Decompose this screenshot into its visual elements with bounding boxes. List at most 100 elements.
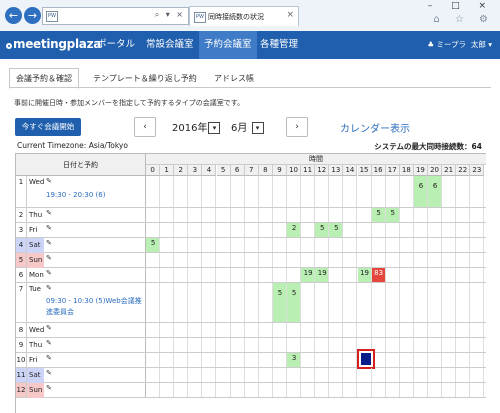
- hour-cell[interactable]: [259, 268, 273, 282]
- next-month-button[interactable]: ›: [286, 117, 308, 137]
- hour-cell[interactable]: [343, 208, 358, 222]
- hour-cell[interactable]: 2: [287, 223, 302, 237]
- pencil-icon[interactable]: ✎: [46, 324, 52, 332]
- hour-cell[interactable]: [259, 353, 273, 367]
- hour-cell[interactable]: [372, 238, 386, 252]
- hour-cell[interactable]: [259, 383, 273, 397]
- hour-cell[interactable]: [456, 283, 471, 322]
- user-menu[interactable]: ♣ ミープラ 太郎 ▾: [427, 31, 492, 59]
- hour-cell[interactable]: [315, 208, 330, 222]
- calendar-view-link[interactable]: カレンダー表示: [340, 120, 410, 135]
- hour-cell[interactable]: [287, 268, 302, 282]
- hour-cell[interactable]: [202, 383, 217, 397]
- hour-cell[interactable]: [202, 223, 217, 237]
- hour-cell[interactable]: [414, 353, 428, 367]
- hour-cell[interactable]: 5: [371, 208, 386, 222]
- hour-cell[interactable]: [456, 323, 471, 337]
- hour-cell[interactable]: 5: [385, 208, 400, 222]
- hour-cell[interactable]: [456, 383, 471, 397]
- hour-cell[interactable]: [188, 368, 203, 382]
- hour-cell[interactable]: [428, 338, 443, 352]
- hour-cell[interactable]: [217, 283, 231, 322]
- hour-cell[interactable]: [343, 383, 358, 397]
- hour-cell[interactable]: [174, 253, 189, 267]
- hour-cell[interactable]: [202, 368, 217, 382]
- hour-cell[interactable]: [428, 283, 443, 322]
- hour-cell[interactable]: [442, 238, 457, 252]
- hour-cell[interactable]: [245, 238, 259, 252]
- hour-cell[interactable]: [386, 253, 400, 267]
- hour-cell[interactable]: [259, 323, 273, 337]
- hour-cell[interactable]: [456, 268, 471, 282]
- hour-cell[interactable]: [231, 253, 245, 267]
- hour-cell[interactable]: [343, 238, 358, 252]
- hour-cell[interactable]: [174, 338, 189, 352]
- hour-cell[interactable]: [231, 338, 245, 352]
- hour-cell[interactable]: [400, 353, 414, 367]
- hour-cell[interactable]: [301, 208, 316, 222]
- hour-cell[interactable]: [188, 268, 203, 282]
- hour-cell[interactable]: [259, 253, 273, 267]
- hour-cell[interactable]: [315, 283, 330, 322]
- hour-cell[interactable]: [456, 208, 471, 222]
- hour-cell[interactable]: [217, 353, 231, 367]
- hour-cell[interactable]: [202, 208, 217, 222]
- hour-cell[interactable]: [343, 223, 358, 237]
- hour-cell[interactable]: [146, 353, 161, 367]
- hour-cell[interactable]: [315, 238, 330, 252]
- hour-cell[interactable]: [442, 208, 457, 222]
- hour-cell[interactable]: [174, 268, 189, 282]
- hour-cell[interactable]: [174, 238, 189, 252]
- hour-cell[interactable]: [188, 238, 203, 252]
- hour-cell[interactable]: [287, 383, 302, 397]
- meeting-link[interactable]: 09:30 - 10:30 (5)Web会議推進委員会: [46, 296, 144, 318]
- hour-cell[interactable]: 19: [301, 268, 316, 282]
- hour-cell[interactable]: [174, 176, 189, 207]
- hour-cell[interactable]: [259, 208, 273, 222]
- hour-cell[interactable]: [329, 323, 344, 337]
- hour-cell[interactable]: [273, 208, 287, 222]
- pencil-icon[interactable]: ✎: [46, 354, 52, 362]
- hour-cell[interactable]: [245, 323, 259, 337]
- hour-cell[interactable]: [400, 323, 414, 337]
- hour-cell[interactable]: [188, 223, 203, 237]
- hour-cell[interactable]: [273, 338, 287, 352]
- hour-cell[interactable]: [343, 253, 358, 267]
- hour-cell[interactable]: [160, 238, 175, 252]
- hour-cell[interactable]: 5: [272, 283, 287, 322]
- hour-cell[interactable]: [358, 383, 372, 397]
- hour-cell[interactable]: [315, 383, 330, 397]
- hour-cell[interactable]: [329, 383, 344, 397]
- back-button[interactable]: ←: [5, 7, 22, 24]
- hour-cell[interactable]: [217, 223, 231, 237]
- hour-cell[interactable]: [414, 368, 428, 382]
- hour-cell[interactable]: [245, 253, 259, 267]
- hour-cell[interactable]: [428, 268, 443, 282]
- hour-cell[interactable]: [188, 353, 203, 367]
- hour-cell[interactable]: [470, 353, 485, 367]
- hour-cell[interactable]: 6: [428, 176, 443, 207]
- hour-cell[interactable]: [315, 368, 330, 382]
- hour-cell[interactable]: [160, 223, 175, 237]
- hour-cell[interactable]: [456, 176, 471, 207]
- hour-cell[interactable]: [414, 223, 428, 237]
- logo[interactable]: meetingplaza: [6, 37, 101, 51]
- hour-cell[interactable]: [358, 283, 372, 322]
- hour-cell[interactable]: [231, 223, 245, 237]
- hour-cell[interactable]: [442, 338, 457, 352]
- hour-cell[interactable]: [456, 253, 471, 267]
- hour-cell[interactable]: [400, 223, 414, 237]
- hour-cell[interactable]: [146, 268, 161, 282]
- hour-cell[interactable]: [245, 208, 259, 222]
- hour-cell[interactable]: [329, 268, 344, 282]
- hour-cell[interactable]: [386, 176, 400, 207]
- hour-cell[interactable]: [287, 253, 302, 267]
- hour-cell[interactable]: [146, 223, 161, 237]
- tab-address-book[interactable]: アドレス帳: [207, 68, 261, 89]
- pencil-icon[interactable]: ✎: [46, 269, 52, 277]
- hour-cell[interactable]: [329, 368, 344, 382]
- hour-cell[interactable]: [400, 368, 414, 382]
- hour-cell[interactable]: [358, 238, 372, 252]
- hour-cell[interactable]: [456, 238, 471, 252]
- hour-cell[interactable]: [231, 368, 245, 382]
